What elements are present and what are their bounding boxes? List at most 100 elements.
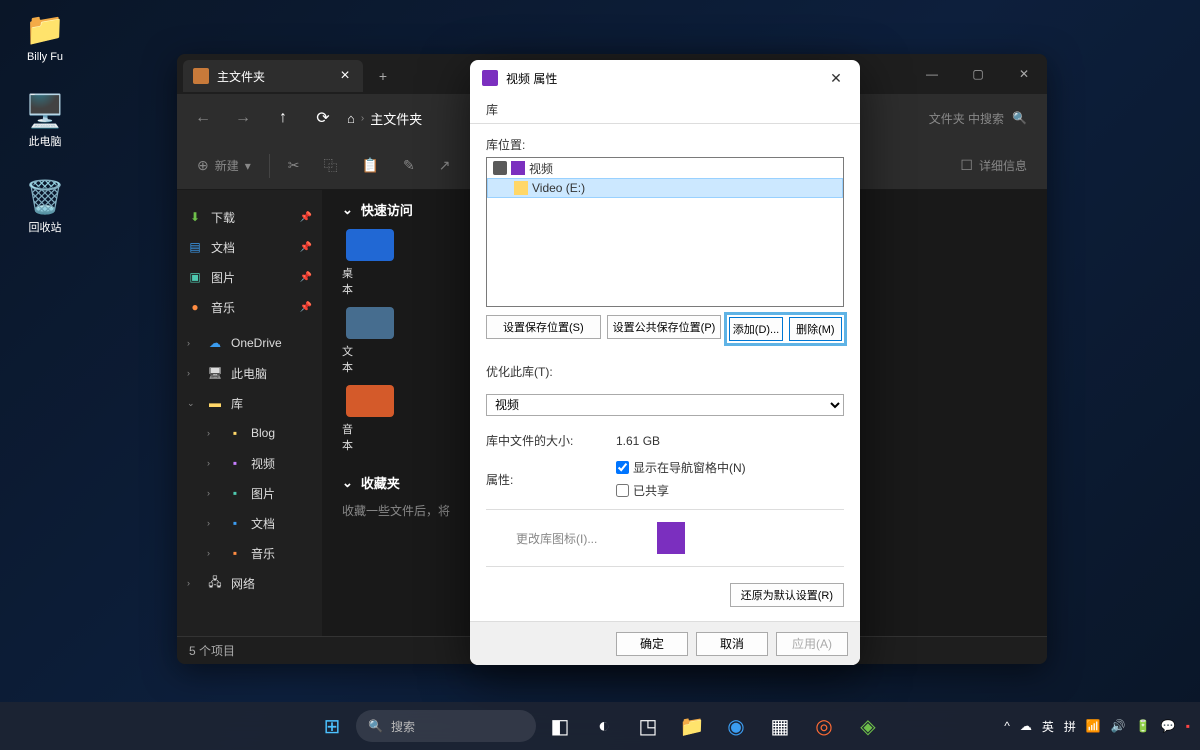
close-button[interactable]: ✕: [1001, 54, 1047, 94]
video-icon: [511, 161, 525, 175]
pin-icon: 📌: [300, 242, 312, 253]
desktop-icon-recycle-bin[interactable]: 🗑️ 回收站: [10, 173, 80, 239]
attributes-label: 属性:: [486, 471, 616, 488]
details-icon: ☐: [960, 157, 973, 174]
size-label: 库中文件的大小:: [486, 432, 616, 449]
maximize-button[interactable]: ▢: [955, 54, 1001, 94]
refresh-button[interactable]: ⟳: [307, 102, 339, 134]
sidebar-library-music[interactable]: ›▪音乐: [177, 538, 322, 568]
widgets-button[interactable]: ◐: [584, 706, 624, 746]
sidebar-library-documents[interactable]: ›▪文档: [177, 508, 322, 538]
tray-onedrive-icon[interactable]: ☁: [1020, 719, 1032, 733]
chevron-right-icon: ›: [187, 578, 199, 588]
desktop-icon-this-pc[interactable]: 🖥️ 此电脑: [10, 87, 80, 153]
dialog-titlebar[interactable]: 视频 属性 ✕: [470, 60, 860, 96]
dialog-close-button[interactable]: ✕: [824, 66, 848, 90]
task-view-button[interactable]: ◧: [540, 706, 580, 746]
chevron-right-icon: ›: [207, 428, 219, 438]
app-icon: ◈: [860, 714, 875, 739]
sidebar-item-downloads[interactable]: ⬇下载📌: [177, 202, 322, 232]
location-row-videos[interactable]: 视频: [487, 158, 843, 178]
network-icon: 🖧: [207, 575, 223, 591]
chevron-down-icon: ⌄: [342, 202, 353, 218]
sidebar-item-network[interactable]: ›🖧网络: [177, 568, 322, 598]
start-button[interactable]: ⊞: [312, 706, 352, 746]
taskbar-search[interactable]: 🔍搜索: [356, 710, 536, 742]
task-view-icon: ◧: [551, 714, 570, 739]
new-tab-button[interactable]: +: [367, 60, 399, 92]
volume-icon[interactable]: 🔊: [1111, 719, 1126, 733]
dialog-footer: 确定 取消 应用(A): [470, 621, 860, 665]
location-row-video-e[interactable]: Video (E:): [487, 178, 843, 198]
forward-button[interactable]: →: [227, 102, 259, 134]
minimize-button[interactable]: —: [909, 54, 955, 94]
properties-dialog: 视频 属性 ✕ 库 库位置: 视频 Video (E:) 设置保存位置(S) 设…: [470, 60, 860, 665]
cut-button[interactable]: ✂: [278, 150, 310, 182]
new-button[interactable]: ⊕新建▾: [187, 150, 261, 182]
copy-button[interactable]: ⿻: [314, 150, 348, 182]
chevron-down-icon: ⌄: [342, 475, 353, 491]
tile-documents[interactable]: 文本: [342, 307, 398, 375]
paste-button[interactable]: 📋: [352, 150, 389, 182]
sidebar-item-music[interactable]: ●音乐📌: [177, 292, 322, 322]
desktop-icon-user-folder[interactable]: 📁 Billy Fu: [10, 5, 80, 67]
tab-close-button[interactable]: ×: [337, 67, 353, 85]
dialog-title: 视频 属性: [506, 70, 816, 87]
search-box[interactable]: 文件夹 中搜索 🔍: [929, 110, 1027, 127]
taskbar-app-1[interactable]: ◳: [628, 706, 668, 746]
document-icon: [346, 307, 394, 339]
ok-button[interactable]: 确定: [616, 632, 688, 656]
locations-listbox[interactable]: 视频 Video (E:): [486, 157, 844, 307]
battery-icon[interactable]: 🔋: [1136, 719, 1151, 733]
chevron-right-icon: ›: [207, 458, 219, 468]
share-icon: ↗: [439, 157, 451, 174]
home-icon: ⌂: [347, 111, 355, 126]
wifi-icon[interactable]: 📶: [1086, 719, 1101, 733]
sidebar-item-onedrive[interactable]: ›☁OneDrive: [177, 328, 322, 358]
remove-button[interactable]: 删除(M): [789, 317, 842, 341]
back-button[interactable]: ←: [187, 102, 219, 134]
cancel-button[interactable]: 取消: [696, 632, 768, 656]
sidebar-item-libraries[interactable]: ⌄▬库: [177, 388, 322, 418]
video-icon: ▪: [227, 455, 243, 471]
share-button[interactable]: ↗: [429, 150, 461, 182]
taskbar-edge[interactable]: ◉: [716, 706, 756, 746]
tab-home[interactable]: 主文件夹 ×: [183, 60, 363, 92]
dialog-tab-library[interactable]: 库: [470, 96, 860, 124]
details-button[interactable]: ☐详细信息: [950, 150, 1037, 182]
change-icon-button[interactable]: 更改库图标(I)...: [516, 530, 597, 547]
breadcrumb-home[interactable]: ⌂ › 主文件夹: [347, 109, 422, 128]
sidebar-library-pictures[interactable]: ›▪图片: [177, 478, 322, 508]
ime-mode[interactable]: 拼: [1064, 718, 1076, 735]
restore-defaults-button[interactable]: 还原为默认设置(R): [730, 583, 844, 607]
sidebar-library-blog[interactable]: ›▪Blog: [177, 418, 322, 448]
desktop-icon-label: 此电脑: [29, 133, 62, 149]
optimize-select[interactable]: 视频: [486, 394, 844, 416]
ime-lang[interactable]: 英: [1042, 718, 1054, 735]
sidebar-library-videos[interactable]: ›▪视频: [177, 448, 322, 478]
camera-icon: [493, 161, 507, 175]
pin-icon: 📌: [300, 272, 312, 283]
sidebar-item-pictures[interactable]: ▣图片📌: [177, 262, 322, 292]
add-button[interactable]: 添加(D)...: [729, 317, 782, 341]
tile-desktop[interactable]: 桌本: [342, 229, 398, 297]
taskbar-app-4[interactable]: ◈: [848, 706, 888, 746]
copy-icon: ⿻: [324, 156, 338, 176]
shared-checkbox[interactable]: 已共享: [616, 482, 844, 499]
tray-app-icon[interactable]: ▪: [1186, 719, 1190, 733]
apply-button: 应用(A): [776, 632, 848, 656]
sidebar-item-documents[interactable]: ▤文档📌: [177, 232, 322, 262]
tile-music[interactable]: 音本: [342, 385, 398, 453]
tray-overflow-button[interactable]: ^: [1004, 719, 1010, 733]
set-save-location-button[interactable]: 设置保存位置(S): [486, 315, 601, 339]
show-in-nav-checkbox[interactable]: 显示在导航窗格中(N): [616, 459, 844, 476]
up-button[interactable]: ↑: [267, 102, 299, 134]
set-public-save-location-button[interactable]: 设置公共保存位置(P): [607, 315, 722, 339]
sidebar-item-this-pc[interactable]: ›🖥此电脑: [177, 358, 322, 388]
rename-button[interactable]: ✎: [393, 150, 425, 182]
taskbar-app-3[interactable]: ◎: [804, 706, 844, 746]
taskbar-explorer[interactable]: 📁: [672, 706, 712, 746]
music-icon: ●: [187, 299, 203, 315]
notifications-button[interactable]: 💬: [1161, 719, 1176, 733]
taskbar-app-2[interactable]: ▦: [760, 706, 800, 746]
